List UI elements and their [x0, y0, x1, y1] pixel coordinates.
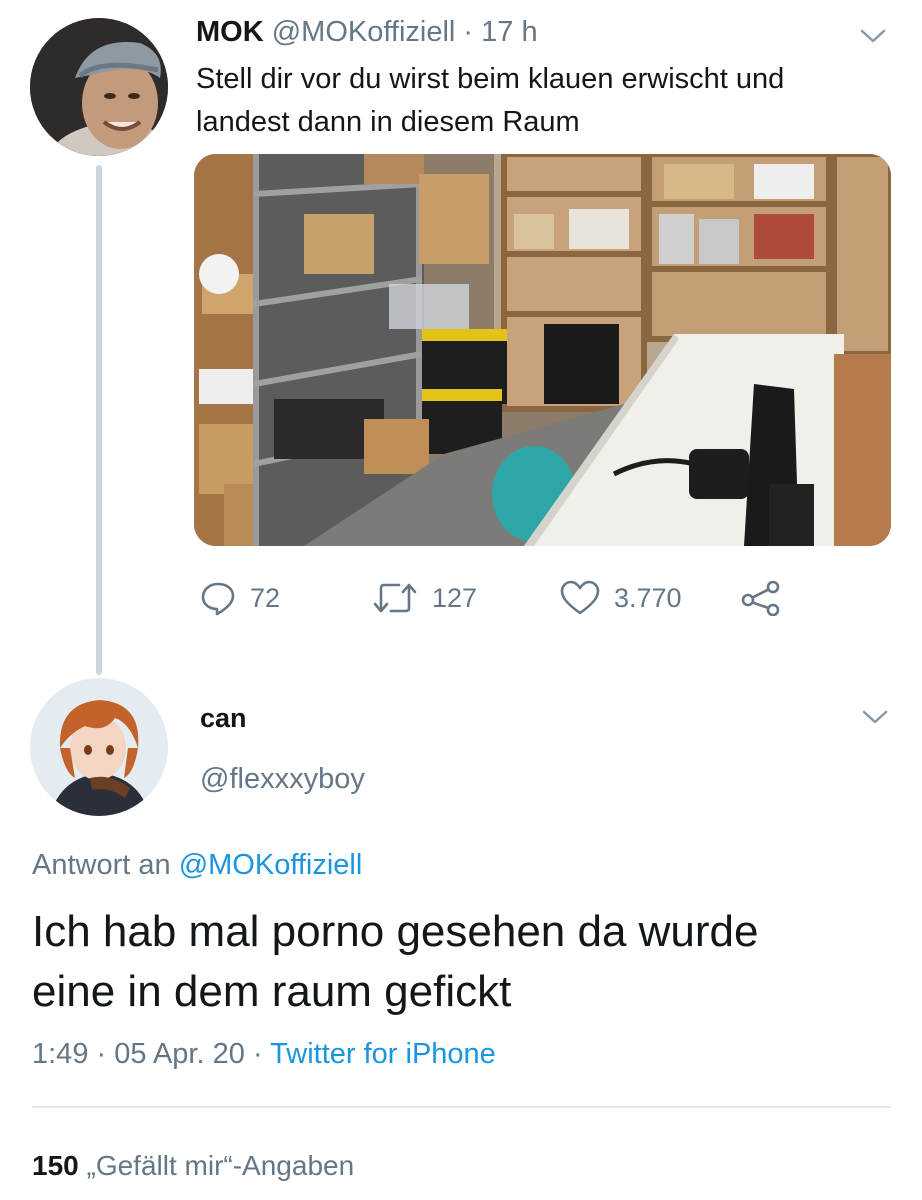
divider — [32, 1106, 891, 1108]
reply-context: Antwort an @MOKoffiziell — [32, 849, 362, 882]
reply-to-link[interactable]: @MOKoffiziell — [179, 849, 363, 881]
thread-line — [96, 165, 102, 675]
reply-meta-sep-2: · — [252, 1038, 263, 1070]
retweet-icon — [373, 583, 417, 613]
likes-count: 150 — [32, 1150, 79, 1181]
retweet-action[interactable]: 127 — [372, 580, 477, 616]
parent-tweet-text: Stell dir vor du wirst beim klauen erwis… — [196, 58, 784, 144]
reply-date[interactable]: 05 Apr. 20 — [114, 1038, 245, 1070]
parent-text-line-2: landest dann in diesem Raum — [196, 106, 580, 138]
reply-count: 72 — [250, 582, 281, 613]
reply-text-line-1: Ich hab mal porno gesehen da wurde — [32, 907, 759, 956]
reply-source-link[interactable]: Twitter for iPhone — [270, 1038, 496, 1070]
reply-action[interactable]: 72 — [200, 580, 280, 616]
chevron-down-icon[interactable] — [862, 709, 888, 725]
share-icon[interactable] — [740, 580, 782, 616]
retweet-count: 127 — [432, 582, 478, 613]
reply-time[interactable]: 1:49 — [32, 1038, 88, 1070]
parent-handle[interactable]: @MOKoffiziell — [272, 16, 456, 48]
reply-prefix: Antwort an — [32, 849, 171, 881]
parent-text-line-1: Stell dir vor du wirst beim klauen erwis… — [196, 63, 785, 95]
chevron-down-icon[interactable] — [860, 28, 886, 44]
like-action[interactable]: 3.770 — [560, 580, 682, 616]
likes-label: „Gefällt mir“-Angaben — [86, 1150, 355, 1181]
reply-handle[interactable]: @flexxxyboy — [200, 763, 365, 796]
storage-room-image — [194, 154, 891, 546]
parent-avatar[interactable] — [30, 18, 168, 156]
reply-meta: 1:49 · 05 Apr. 20 · Twitter for iPhone — [32, 1038, 496, 1071]
parent-header: MOK @MOKoffiziell · 17 h — [196, 16, 538, 49]
parent-display-name[interactable]: MOK — [196, 16, 264, 48]
reply-avatar[interactable] — [30, 678, 168, 816]
parent-separator: · — [463, 16, 474, 48]
reply-text-line-2: eine in dem raum gefickt — [32, 967, 512, 1016]
reply-avatar-image — [30, 678, 168, 816]
like-count: 3.770 — [614, 582, 682, 613]
reply-tweet-text: Ich hab mal porno gesehen da wurde eine … — [32, 902, 759, 1022]
reply-display-name[interactable]: can — [200, 703, 247, 734]
likes-summary[interactable]: 150 „Gefällt mir“-Angaben — [32, 1150, 354, 1182]
reply-icon — [201, 582, 235, 616]
parent-time[interactable]: 17 h — [481, 16, 537, 48]
like-icon — [560, 580, 600, 615]
parent-avatar-image — [30, 18, 168, 156]
reply-meta-sep-1: · — [96, 1038, 107, 1070]
tweet-photo[interactable] — [194, 154, 891, 546]
